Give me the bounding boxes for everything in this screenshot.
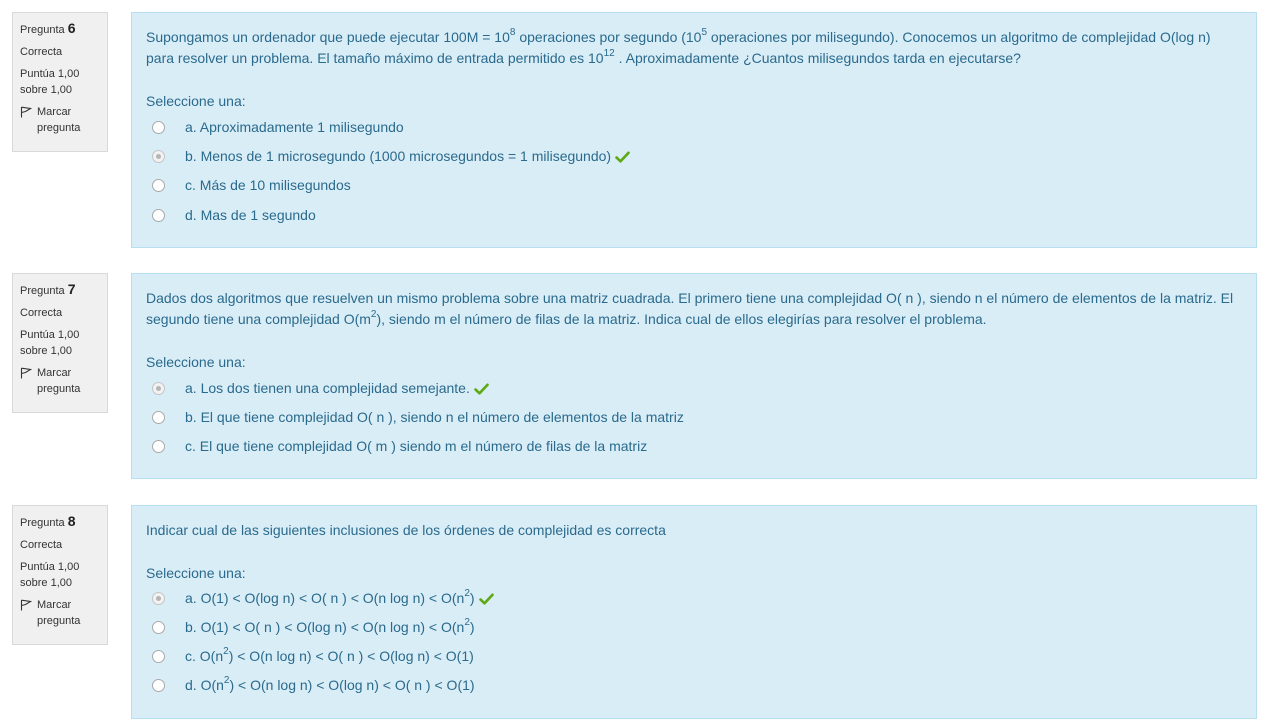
- answer-label: a. Los dos tienen una complejidad semeja…: [185, 379, 489, 397]
- flag-question-label: Marcar pregunta: [37, 106, 81, 134]
- question-text-part: operaciones por segundo (10: [515, 29, 702, 45]
- question-text-sup: 2: [370, 309, 377, 321]
- correct-check-icon: [615, 151, 630, 163]
- answer-label-text: d. O(n: [185, 677, 224, 693]
- question-number-value: 7: [67, 281, 76, 297]
- answer-option[interactable]: b. O(1) < O( n ) < O(log n) < O(n log n)…: [132, 618, 1232, 640]
- question-content: Supongamos un ordenador que puede ejecut…: [131, 12, 1257, 248]
- answer-option[interactable]: d. Mas de 1 segundo: [132, 206, 1232, 228]
- answer-label-sup: 2: [464, 588, 470, 600]
- answer-label-sup: 2: [223, 646, 229, 658]
- answer-radio[interactable]: [152, 440, 165, 453]
- answer-prompt: Seleccione una:: [146, 93, 246, 109]
- answer-prompt: Seleccione una:: [146, 565, 246, 581]
- correct-check-icon: [474, 383, 489, 395]
- question-state: Correcta: [20, 539, 63, 551]
- question-text-part: . Aproximadamente ¿Cuantos milisegundos …: [614, 50, 1021, 66]
- question-info: Pregunta 7 Correcta Puntúa 1,00 sobre 1,…: [12, 273, 108, 413]
- flag-question-button[interactable]: Marcar pregunta: [20, 104, 100, 136]
- question-text-part: ), siendo m el número de filas de la mat…: [376, 311, 987, 327]
- answer-label: d. O(n2) < O(n log n) < O(log n) < O( n …: [185, 676, 475, 694]
- answer-radio-selected[interactable]: [152, 150, 165, 163]
- answer-label-sup: 2: [223, 675, 230, 687]
- answer-label: a. O(1) < O(log n) < O( n ) < O(n log n)…: [185, 589, 494, 607]
- question-number-value: 6: [67, 20, 76, 36]
- question-state: Correcta: [20, 46, 63, 58]
- answer-radio[interactable]: [152, 650, 165, 663]
- correct-check-icon: [478, 593, 494, 605]
- answer-radio[interactable]: [152, 411, 165, 424]
- answer-option[interactable]: b. El que tiene complejidad O( n ), sien…: [132, 408, 1232, 430]
- question-number-value: 8: [67, 513, 76, 529]
- answer-label-text: a. O(1) < O(log n) < O( n ) < O(n log n)…: [185, 590, 465, 606]
- answer-radio[interactable]: [152, 179, 165, 192]
- question-number-label: Pregunta: [20, 24, 65, 36]
- answer-label-text: ) < O(n log n) < O(log n) < O( n ) < O(1…: [229, 677, 475, 693]
- answer-radio[interactable]: [152, 209, 165, 222]
- question-info: Pregunta 6 Correcta Puntúa 1,00 sobre 1,…: [12, 12, 108, 152]
- answer-label: d. Mas de 1 segundo: [185, 207, 316, 223]
- question-grade: Puntúa 1,00 sobre 1,00: [20, 329, 80, 357]
- answer-label: c. Más de 10 milisegundos: [185, 177, 351, 193]
- answer-label-text: b. O(1) < O( n ) < O(log n) < O(n log n)…: [185, 619, 465, 635]
- answer-option[interactable]: b. Menos de 1 microsegundo (1000 microse…: [132, 147, 1232, 169]
- question-text: Dados dos algoritmos que resuelven un mi…: [146, 288, 1241, 330]
- question-text-sup: 5: [701, 27, 708, 39]
- question-number: Pregunta 7: [20, 281, 100, 299]
- answer-label: a. Aproximadamente 1 milisegundo: [185, 119, 404, 135]
- answer-label-sup: 2: [464, 617, 470, 629]
- question-text: Supongamos un ordenador que puede ejecut…: [146, 27, 1241, 69]
- flag-icon: [20, 106, 32, 118]
- flag-question-label: Marcar pregunta: [37, 599, 81, 627]
- answer-radio[interactable]: [152, 621, 165, 634]
- answer-option[interactable]: c. El que tiene complejidad O( m ) siend…: [132, 437, 1232, 459]
- answer-prompt: Seleccione una:: [146, 354, 246, 370]
- answer-radio[interactable]: [152, 679, 165, 692]
- answer-option[interactable]: a. Los dos tienen una complejidad semeja…: [132, 379, 1232, 401]
- question-text-part: Supongamos un ordenador que puede ejecut…: [146, 29, 510, 45]
- answer-label-text: ): [469, 619, 475, 635]
- question-grade: Puntúa 1,00 sobre 1,00: [20, 68, 80, 96]
- answer-label: b. O(1) < O( n ) < O(log n) < O(n log n)…: [185, 618, 475, 636]
- answer-label-text: a. Los dos tienen una complejidad semeja…: [185, 380, 470, 396]
- answer-option[interactable]: a. O(1) < O(log n) < O( n ) < O(n log n)…: [132, 589, 1232, 611]
- question-content: Dados dos algoritmos que resuelven un mi…: [131, 273, 1257, 479]
- question-text: Indicar cual de las siguientes inclusion…: [146, 522, 666, 538]
- answer-label-text: c. O(n: [185, 648, 224, 664]
- question-grade: Puntúa 1,00 sobre 1,00: [20, 561, 80, 589]
- answer-radio[interactable]: [152, 121, 165, 134]
- question-text-sup: 8: [509, 27, 516, 39]
- answer-radio-selected[interactable]: [152, 592, 165, 605]
- flag-question-label: Marcar pregunta: [37, 367, 81, 395]
- answer-radio-selected[interactable]: [152, 382, 165, 395]
- question-state: Correcta: [20, 307, 63, 319]
- answer-label-text: ): [469, 590, 475, 606]
- flag-icon: [20, 367, 32, 379]
- answer-option[interactable]: c. O(n2) < O(n log n) < O( n ) < O(log n…: [132, 647, 1232, 669]
- answer-label: b. El que tiene complejidad O( n ), sien…: [185, 409, 684, 425]
- question-number-label: Pregunta: [20, 285, 65, 297]
- question-text-sup: 12: [603, 48, 615, 60]
- flag-question-button[interactable]: Marcar pregunta: [20, 365, 100, 397]
- question-info: Pregunta 8 Correcta Puntúa 1,00 sobre 1,…: [12, 505, 108, 645]
- answer-label: c. El que tiene complejidad O( m ) siend…: [185, 438, 648, 454]
- question-content: Indicar cual de las siguientes inclusion…: [131, 505, 1257, 719]
- answer-option[interactable]: d. O(n2) < O(n log n) < O(log n) < O( n …: [132, 676, 1232, 698]
- answer-option[interactable]: c. Más de 10 milisegundos: [132, 176, 1232, 198]
- question-number: Pregunta 6: [20, 20, 100, 38]
- answer-label-text: ) < O(n log n) < O( n ) < O(log n) < O(1…: [228, 648, 474, 664]
- question-number-label: Pregunta: [20, 517, 65, 529]
- answer-label-text: b. Menos de 1 microsegundo (1000 microse…: [185, 148, 612, 164]
- answer-option[interactable]: a. Aproximadamente 1 milisegundo: [132, 118, 1232, 140]
- answer-label: c. O(n2) < O(n log n) < O( n ) < O(log n…: [185, 647, 474, 665]
- question-number: Pregunta 8: [20, 513, 100, 531]
- flag-question-button[interactable]: Marcar pregunta: [20, 597, 100, 629]
- flag-icon: [20, 599, 32, 611]
- answer-label: b. Menos de 1 microsegundo (1000 microse…: [185, 147, 630, 165]
